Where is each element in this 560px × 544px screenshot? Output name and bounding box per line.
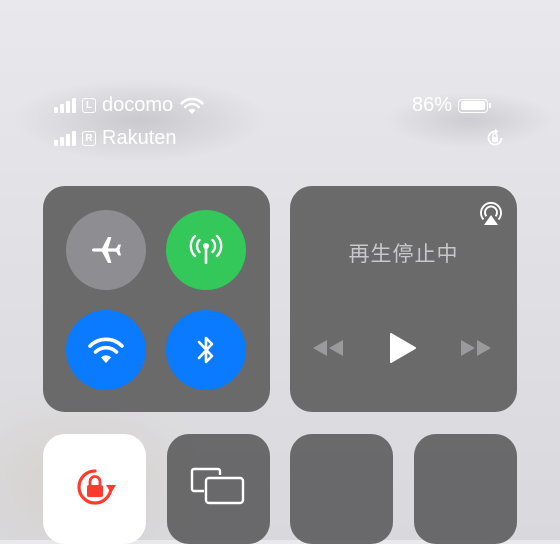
bluetooth-toggle[interactable] bbox=[166, 310, 246, 390]
battery-percent: 86% bbox=[412, 94, 453, 116]
screen-mirroring-button[interactable] bbox=[167, 434, 270, 544]
battery-status: 86% bbox=[412, 94, 492, 117]
airplane-mode-toggle[interactable] bbox=[66, 210, 146, 290]
signal-bars-icon bbox=[54, 131, 76, 146]
rotation-lock-icon bbox=[77, 469, 116, 505]
playback-status: 再生停止中 bbox=[348, 243, 459, 266]
orientation-lock-toggle[interactable] bbox=[43, 434, 146, 544]
fast-forward-button[interactable] bbox=[456, 332, 496, 364]
rewind-button[interactable] bbox=[308, 332, 348, 364]
play-button[interactable] bbox=[382, 328, 422, 368]
wifi-icon bbox=[88, 337, 124, 363]
fast-forward-icon bbox=[461, 340, 491, 356]
control-tile[interactable] bbox=[414, 434, 517, 544]
carrier-name: Rakuten bbox=[102, 127, 177, 149]
airplane-icon bbox=[92, 237, 121, 263]
connectivity-panel bbox=[43, 186, 270, 412]
cellular-data-toggle[interactable] bbox=[166, 210, 246, 290]
wifi-toggle[interactable] bbox=[66, 310, 146, 390]
screen-mirroring-icon bbox=[190, 467, 245, 505]
status-line-primary: L docomo bbox=[54, 94, 205, 117]
battery-icon bbox=[458, 98, 492, 113]
sim-badge: L bbox=[82, 98, 96, 113]
status-line-secondary: R Rakuten bbox=[54, 127, 177, 150]
wifi-icon bbox=[180, 97, 204, 114]
play-icon bbox=[390, 333, 416, 363]
control-tile[interactable] bbox=[290, 434, 393, 544]
rotation-lock-icon bbox=[487, 128, 503, 146]
rewind-icon bbox=[313, 340, 343, 356]
signal-bars-icon bbox=[54, 98, 76, 113]
bluetooth-icon bbox=[197, 336, 214, 364]
now-playing-panel: 再生停止中 bbox=[290, 186, 517, 412]
airplay-icon[interactable] bbox=[477, 199, 505, 227]
sim-badge: R bbox=[82, 131, 96, 146]
antenna-icon bbox=[189, 234, 223, 264]
carrier-name: docomo bbox=[102, 94, 174, 116]
